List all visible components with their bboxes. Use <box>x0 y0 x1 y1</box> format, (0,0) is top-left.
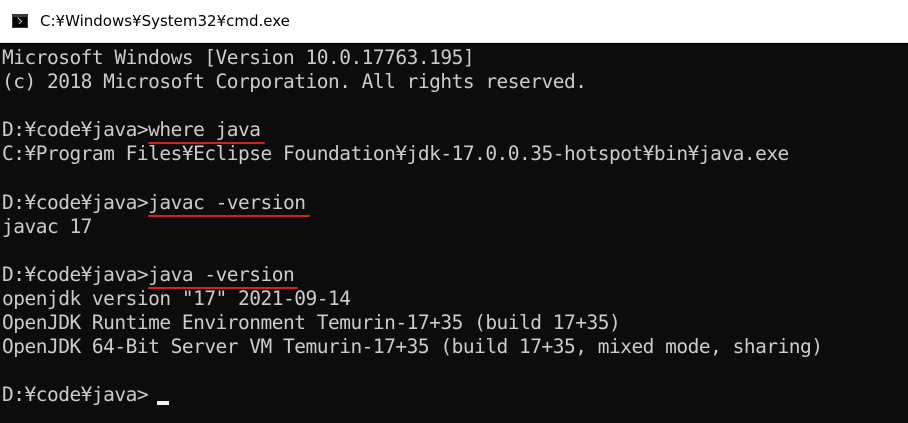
console-line: C:¥Program Files¥Eclipse Foundation¥jdk-… <box>2 142 789 166</box>
command-text: javac -version <box>148 191 306 214</box>
text-cursor <box>157 401 169 405</box>
console-window-icon <box>12 14 28 28</box>
console-line: (c) 2018 Microsoft Corporation. All righ… <box>2 70 587 94</box>
console-line: javac 17 <box>2 215 92 239</box>
output-text: javac 17 <box>2 215 92 238</box>
console-output[interactable]: Microsoft Windows [Version 10.0.17763.19… <box>0 44 908 423</box>
prompt: D:¥code¥java> <box>2 263 149 286</box>
highlight-underline <box>148 215 310 217</box>
output-text: OpenJDK 64-Bit Server VM Temurin-17+35 (… <box>2 335 823 358</box>
output-text: openjdk version "17" 2021-09-14 <box>2 287 351 310</box>
prompt: D:¥code¥java> <box>2 118 149 141</box>
console-line: openjdk version "17" 2021-09-14 <box>2 287 351 311</box>
current-prompt-line[interactable]: D:¥code¥java> <box>2 383 149 407</box>
console-line: Microsoft Windows [Version 10.0.17763.19… <box>2 46 475 70</box>
command-text: where java <box>148 118 261 141</box>
entered-command: java -version <box>148 263 299 289</box>
output-text: OpenJDK Runtime Environment Temurin-17+3… <box>2 311 621 334</box>
prompt: D:¥code¥java> <box>2 191 149 214</box>
cmd-window: C:¥Windows¥System32¥cmd.exe Microsoft Wi… <box>0 0 908 423</box>
console-line: OpenJDK 64-Bit Server VM Temurin-17+35 (… <box>2 335 823 359</box>
command-text: java -version <box>148 263 295 286</box>
output-text: Microsoft Windows [Version 10.0.17763.19… <box>2 46 475 69</box>
console-line: OpenJDK Runtime Environment Temurin-17+3… <box>2 311 621 335</box>
entered-command: javac -version <box>148 191 310 217</box>
title-bar[interactable]: C:¥Windows¥System32¥cmd.exe <box>0 0 908 43</box>
output-text: C:¥Program Files¥Eclipse Foundation¥jdk-… <box>2 142 789 165</box>
command-line: D:¥code¥java>javac -version <box>2 191 310 217</box>
window-title: C:¥Windows¥System32¥cmd.exe <box>40 12 290 30</box>
prompt: D:¥code¥java> <box>2 383 149 406</box>
output-text: (c) 2018 Microsoft Corporation. All righ… <box>2 70 587 93</box>
entered-command: where java <box>148 118 265 144</box>
command-line: D:¥code¥java>java -version <box>2 263 299 289</box>
command-line: D:¥code¥java>where java <box>2 118 265 144</box>
